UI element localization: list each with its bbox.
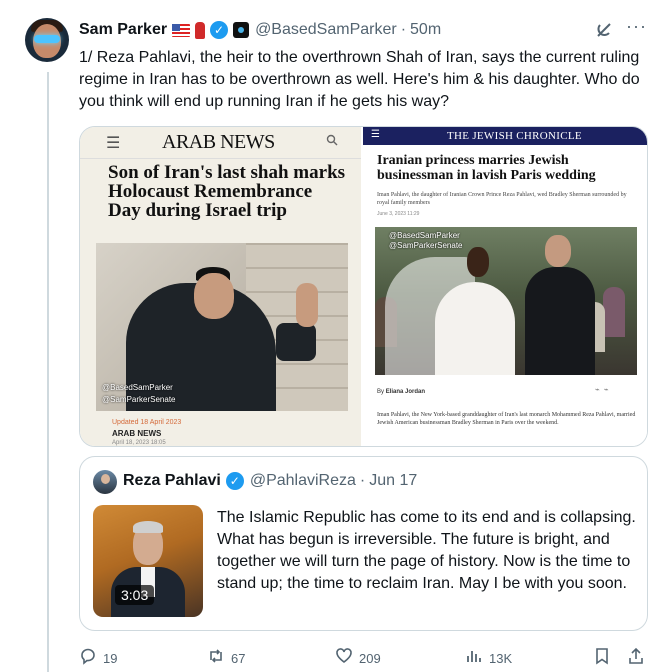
- share-icon: [627, 647, 645, 670]
- us-flag-icon: [172, 23, 191, 37]
- views-icon: [465, 647, 483, 670]
- jc-date: June 3, 2023 11:29: [377, 211, 420, 217]
- jc-byline-prefix: By: [377, 389, 385, 395]
- arab-news-topbar: ☰ ARAB NEWS: [80, 127, 361, 159]
- author-avatar[interactable]: [25, 18, 69, 62]
- quoted-tweet-time[interactable]: Jun 17: [369, 472, 417, 490]
- verified-badge-icon[interactable]: ✓: [225, 472, 244, 490]
- tweet-media[interactable]: ☰ ARAB NEWS Son of Iran's last shah mark…: [79, 126, 648, 447]
- like-count: 209: [359, 651, 381, 666]
- tweet-actions: 19 67 209 13K: [79, 645, 648, 669]
- fire-extinguisher-icon: [195, 21, 206, 39]
- western-wall-photo: @BasedSamParker @SamParkerSenate: [96, 243, 348, 411]
- video-duration: 3:03: [115, 585, 155, 605]
- watermark-2: @SamParkerSenate: [102, 395, 176, 404]
- wedding-photo: @BasedSamParker @SamParkerSenate: [375, 227, 637, 375]
- separator-dot: ·: [359, 472, 366, 489]
- separator-dot: ·: [400, 21, 407, 38]
- verified-badge-icon[interactable]: ✓: [210, 21, 229, 39]
- jc-topbar: ☰ THE JEWISH CHRONICLE: [363, 127, 647, 145]
- arab-news-source: ARAB NEWS: [112, 429, 162, 438]
- more-icon[interactable]: ···: [626, 16, 647, 37]
- quoted-author-avatar[interactable]: [93, 470, 117, 494]
- arab-news-logo: ARAB NEWS: [162, 131, 275, 153]
- views-count: 13K: [489, 651, 513, 666]
- share-icons: ⌁⌁: [595, 385, 613, 394]
- watermark-2: @SamParkerSenate: [389, 241, 463, 250]
- arab-news-headline: Son of Iran's last shah marks Holocaust …: [108, 162, 346, 221]
- like-button[interactable]: 209: [335, 647, 381, 670]
- quoted-video-thumbnail[interactable]: 3:03: [93, 505, 203, 617]
- reply-icon: [79, 647, 97, 670]
- reply-button[interactable]: 19: [79, 647, 117, 670]
- tweet-header: Sam Parker ✓ @BasedSamParker · 50m: [79, 19, 441, 41]
- repost-icon: [207, 647, 225, 670]
- jc-headline: Iranian princess marries Jewish business…: [377, 153, 596, 183]
- author-handle[interactable]: @BasedSamParker: [255, 21, 397, 39]
- affiliate-badge-icon[interactable]: [233, 22, 250, 38]
- bookmark-button[interactable]: [593, 647, 617, 670]
- jc-caption: Iman Pahlavi, the New York-based grandda…: [377, 412, 636, 426]
- arab-news-updated: Updated 18 April 2023: [112, 419, 182, 426]
- quoted-author-handle[interactable]: @PahlaviReza: [250, 472, 356, 490]
- jc-byline-author: Eliana Jordan: [385, 389, 426, 395]
- jc-byline: By Eliana Jordan: [377, 389, 425, 395]
- share-button[interactable]: [627, 647, 651, 670]
- jc-logo: THE JEWISH CHRONICLE: [447, 130, 582, 142]
- arab-news-date: April 18, 2023 18:05: [112, 440, 166, 446]
- tweet-time[interactable]: 50m: [410, 21, 441, 39]
- quoted-tweet[interactable]: Reza Pahlavi ✓ @PahlaviReza · Jun 17 3:0…: [79, 456, 648, 631]
- tweet-text: 1/ Reza Pahlavi, the heir to the overthr…: [79, 49, 640, 110]
- reply-count: 19: [103, 651, 118, 666]
- views-button[interactable]: 13K: [465, 647, 512, 670]
- jc-standfirst: Iman Pahlavi, the daughter of Iranian Cr…: [377, 192, 627, 206]
- quoted-author-name[interactable]: Reza Pahlavi: [123, 472, 221, 490]
- thread-line: [47, 72, 49, 672]
- grok-icon[interactable]: [594, 20, 614, 46]
- watermark-1: @BasedSamParker: [102, 383, 173, 392]
- hamburger-icon: ☰: [371, 129, 380, 140]
- arab-news-screenshot[interactable]: ☰ ARAB NEWS Son of Iran's last shah mark…: [80, 127, 363, 446]
- search-icon: [326, 134, 338, 149]
- watermark-1: @BasedSamParker: [389, 231, 460, 240]
- jewish-chronicle-screenshot[interactable]: ☰ THE JEWISH CHRONICLE Iranian princess …: [363, 127, 647, 446]
- bookmark-icon: [593, 647, 611, 670]
- hamburger-icon: ☰: [106, 135, 121, 152]
- quoted-tweet-text: The Islamic Republic has come to its end…: [217, 509, 636, 592]
- repost-button[interactable]: 67: [207, 647, 245, 670]
- heart-icon: [335, 647, 353, 670]
- quoted-tweet-header: Reza Pahlavi ✓ @PahlaviReza · Jun 17: [123, 472, 417, 490]
- repost-count: 67: [231, 651, 246, 666]
- author-name[interactable]: Sam Parker: [79, 21, 167, 39]
- avatar-laser-eyes: [34, 35, 60, 43]
